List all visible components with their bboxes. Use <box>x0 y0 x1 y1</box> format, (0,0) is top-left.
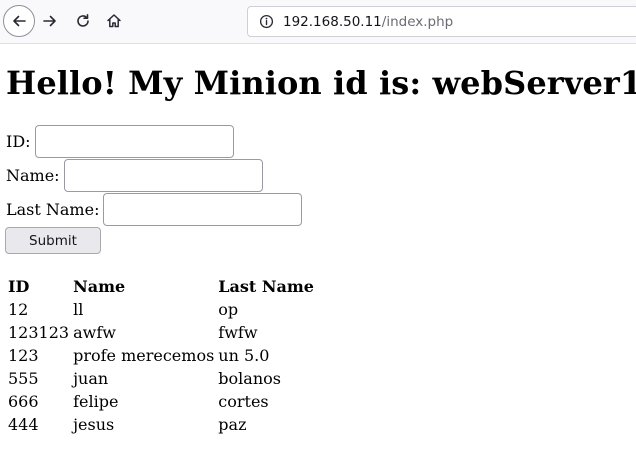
home-button[interactable] <box>99 6 129 36</box>
table-row: 12 ll op <box>6 298 316 321</box>
table-row: 666 felipe cortes <box>6 390 316 413</box>
browser-toolbar: 192.168.50.11/index.php <box>0 0 636 44</box>
id-label: ID: <box>6 132 31 151</box>
name-form-row: Name: <box>6 159 263 192</box>
forward-button[interactable] <box>35 6 65 36</box>
cell-lastname: un 5.0 <box>218 346 270 365</box>
minion-table: ID Name Last Name 12 ll op 123123 awfw f… <box>6 274 316 436</box>
home-icon <box>106 13 122 29</box>
cell-name: jesus <box>73 415 115 434</box>
cell-id: 555 <box>8 369 39 388</box>
table-row: 555 juan bolanos <box>6 367 316 390</box>
table-header-row: ID Name Last Name <box>6 274 316 298</box>
cell-id: 666 <box>8 392 39 411</box>
back-button[interactable] <box>3 5 35 37</box>
cell-name: felipe <box>73 392 119 411</box>
url-bar[interactable]: 192.168.50.11/index.php <box>247 6 636 37</box>
table-row: 123123 awfw fwfw <box>6 321 316 344</box>
name-label: Name: <box>6 166 60 185</box>
column-header-lastname: Last Name <box>218 276 314 296</box>
cell-id: 123 <box>8 346 39 365</box>
forward-arrow-icon <box>42 13 58 29</box>
cell-id: 123123 <box>8 323 70 342</box>
cell-lastname: bolanos <box>218 369 281 388</box>
cell-name: profe merecemos <box>73 346 215 365</box>
cell-id: 444 <box>8 415 39 434</box>
id-field[interactable] <box>34 125 234 158</box>
cell-lastname: cortes <box>218 392 269 411</box>
url-host: 192.168.50.11 <box>283 13 382 30</box>
cell-name: juan <box>73 369 109 388</box>
column-header-id: ID <box>8 276 30 296</box>
name-field[interactable] <box>63 159 263 192</box>
url-path: /index.php <box>381 13 454 30</box>
lastname-field[interactable] <box>103 193 303 226</box>
page-title: Hello! My Minion id is: webServer1 <box>6 64 636 102</box>
lastname-form-row: Last Name: <box>6 193 303 226</box>
lastname-label: Last Name: <box>6 200 100 219</box>
table-row: 444 jesus paz <box>6 413 316 436</box>
cell-name: ll <box>73 300 84 319</box>
reload-icon <box>75 13 91 29</box>
site-info-icon[interactable] <box>259 14 274 29</box>
cell-id: 12 <box>8 300 29 319</box>
submit-button[interactable]: Submit <box>5 227 101 254</box>
cell-lastname: paz <box>218 415 247 434</box>
reload-button[interactable] <box>68 6 98 36</box>
cell-lastname: op <box>218 300 239 319</box>
cell-lastname: fwfw <box>218 323 258 342</box>
column-header-name: Name <box>73 276 126 296</box>
table-row: 123 profe merecemos un 5.0 <box>6 344 316 367</box>
id-form-row: ID: <box>6 125 234 158</box>
back-arrow-icon <box>11 13 27 29</box>
cell-name: awfw <box>73 323 116 342</box>
